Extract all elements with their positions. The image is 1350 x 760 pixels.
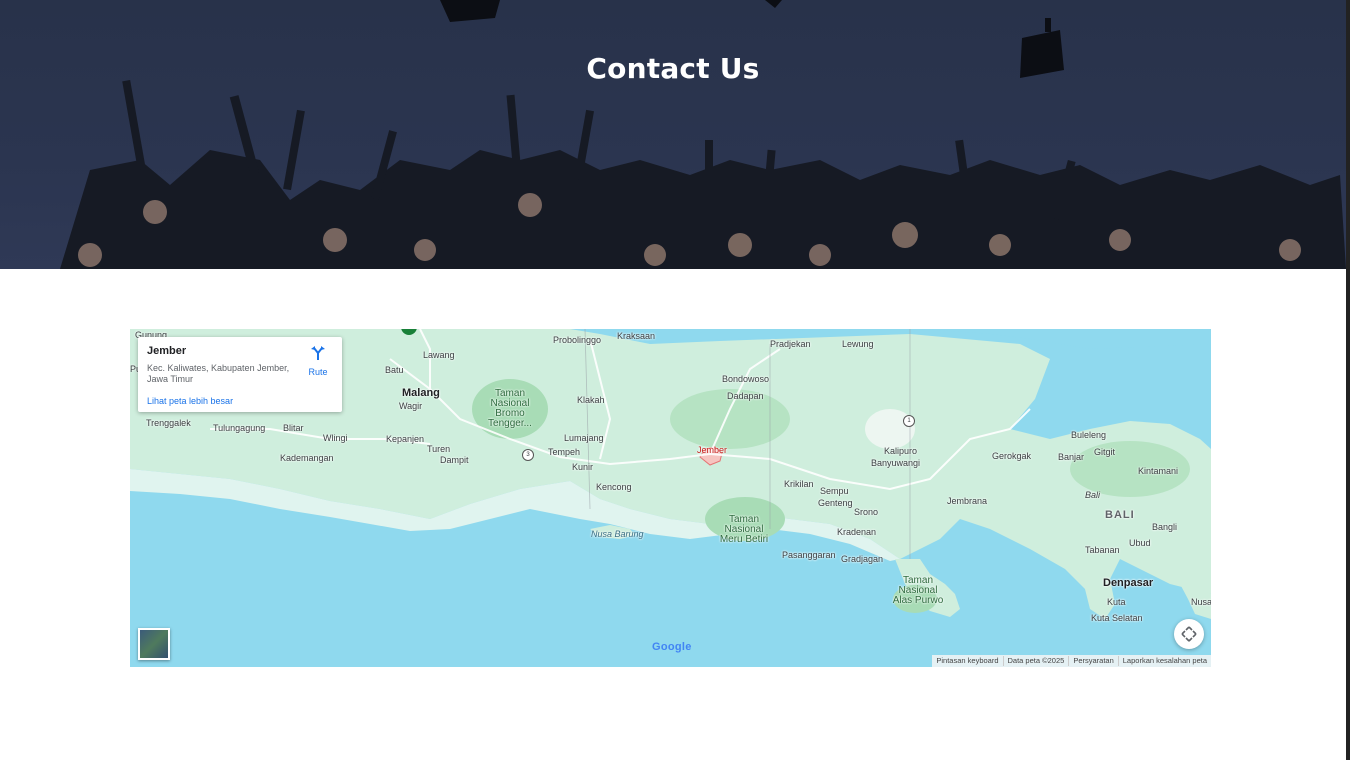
map-label-lumajang: Lumajang: [564, 433, 604, 443]
place-info-card: Jember Kec. Kaliwates, Kabupaten Jember,…: [138, 337, 342, 412]
keyboard-shortcuts-link[interactable]: Pintasan keyboard: [932, 656, 1002, 666]
window-edge: [1346, 0, 1350, 760]
map-label-bromo: Taman Nasional Bromo Tengger...: [488, 388, 532, 429]
map-label-kintamani: Kintamani: [1138, 466, 1179, 476]
map-label-probolinggo: Probolinggo: [553, 335, 602, 345]
page-title: Contact Us: [586, 52, 760, 85]
fullscreen-button[interactable]: [1174, 619, 1204, 649]
map-label-gerokgak: Gerokgak: [992, 451, 1032, 461]
map-label-tempeh: Tempeh: [548, 447, 581, 457]
map-label-klakah: Klakah: [577, 395, 605, 405]
map-label-meru-betiri: Taman Nasional Meru Betiri: [719, 514, 769, 545]
map-label-kepanjen: Kepanjen: [386, 434, 425, 444]
map-label-kradenan: Kradenan: [837, 527, 877, 537]
place-title: Jember: [147, 345, 187, 357]
map-label-bondowoso: Bondowoso: [722, 374, 770, 384]
map-label-nusa-barung: Nusa Barung: [591, 529, 644, 539]
map-attribution-bar: Pintasan keyboard Data peta ©2025 Persya…: [932, 655, 1211, 667]
map-label-trenggalek: Trenggalek: [146, 418, 191, 428]
map-label-pradjekan: Pradjekan: [770, 339, 811, 349]
directions-icon: [311, 346, 325, 360]
place-address: Kec. Kaliwates, Kabupaten Jember, Jawa T…: [147, 363, 290, 384]
map-data-credit: Data peta ©2025: [1002, 656, 1069, 666]
map-label-dampit: Dampit: [440, 455, 469, 465]
map-label-wlingi: Wlingi: [323, 433, 348, 443]
map-label-nusa: Nusa: [1191, 597, 1211, 607]
map-label-jembrana: Jembrana: [947, 496, 988, 506]
map-label-lewung: Lewung: [842, 339, 874, 349]
view-larger-map-link[interactable]: Lihat peta lebih besar: [147, 396, 233, 406]
satellite-layer-toggle[interactable]: [138, 628, 170, 660]
map-label-sempu: Sempu: [820, 486, 849, 496]
map-label-buleleng: Buleleng: [1071, 430, 1107, 440]
map-label-banjar: Banjar: [1058, 452, 1085, 462]
report-error-link[interactable]: Laporkan kesalahan peta: [1117, 656, 1211, 666]
map-label-alas-purwo: Taman Nasional Alas Purwo: [892, 575, 944, 606]
map-label-denpasar: Denpasar: [1103, 577, 1154, 589]
map-label-dadapan: Dadapan: [727, 391, 764, 401]
map-label-kuta: Kuta: [1107, 597, 1126, 607]
map-label-turen: Turen: [427, 444, 451, 454]
map-label-lawang: Lawang: [423, 350, 455, 360]
map-label-kalipuro: Kalipuro: [884, 446, 918, 456]
map-label-kademangan: Kademangan: [280, 453, 334, 463]
map-label-bali-town: Bali: [1085, 490, 1101, 500]
map-label-gitgit: Gitgit: [1094, 447, 1116, 457]
map-label-bangli: Bangli: [1152, 522, 1178, 532]
map-label-krikilan: Krikilan: [784, 479, 814, 489]
map-label-kencong: Kencong: [596, 482, 632, 492]
map-label-banyuwangi: Banyuwangi: [871, 458, 921, 468]
map-label-ubud: Ubud: [1129, 538, 1151, 548]
map-label-pasanggaran: Pasanggaran: [782, 550, 836, 560]
hero-banner: Contact Us: [0, 0, 1346, 269]
map-label-jember: Jember: [697, 445, 728, 455]
map-label-tabanan: Tabanan: [1085, 545, 1120, 555]
map-label-kraksaan: Kraksaan: [617, 331, 656, 341]
embedded-map[interactable]: Gunung Pu Lawang Batu Malang Wagir Probo…: [130, 329, 1211, 667]
google-logo-text: Google: [652, 641, 692, 653]
route-marker-3: 3: [522, 449, 534, 461]
map-label-genteng: Genteng: [818, 498, 853, 508]
map-label-gradjagan: Gradjagan: [841, 554, 884, 564]
route-marker-1: 1: [903, 415, 915, 427]
graduation-photo: [60, 0, 1346, 269]
map-label-blitar: Blitar: [283, 423, 304, 433]
map-label-malang: Malang: [402, 387, 440, 399]
map-label-wagir: Wagir: [399, 401, 423, 411]
map-label-bali: BALI: [1105, 509, 1135, 521]
map-label-kunir: Kunir: [572, 462, 594, 472]
fullscreen-icon: [1181, 626, 1197, 642]
directions-label: Rute: [308, 367, 328, 377]
google-logo: Google: [652, 641, 692, 653]
map-label-tulungagung: Tulungagung: [213, 423, 266, 433]
terms-link[interactable]: Persyaratan: [1068, 656, 1117, 666]
map-label-kuta-selatan: Kuta Selatan: [1091, 613, 1143, 623]
map-label-batu: Batu: [385, 365, 404, 375]
directions-button[interactable]: Rute: [303, 345, 333, 377]
map-label-srono: Srono: [854, 507, 879, 517]
